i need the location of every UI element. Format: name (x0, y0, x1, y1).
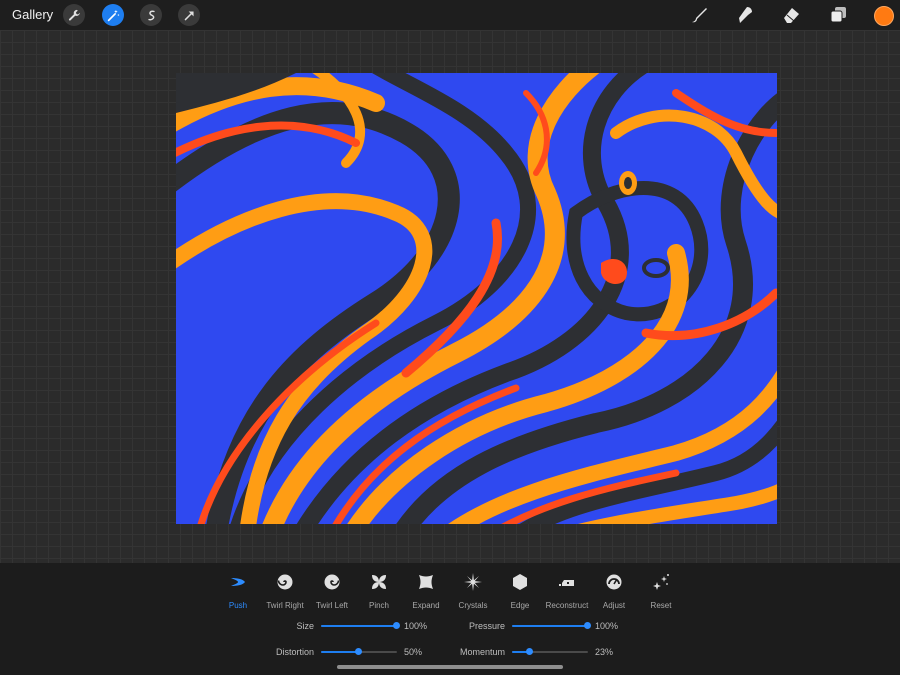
tool-label: Pinch (368, 601, 389, 610)
layers-icon[interactable] (828, 5, 848, 25)
tool-label: Twirl Left (315, 601, 348, 610)
tool-label: Expand (412, 601, 440, 610)
home-indicator[interactable] (337, 665, 563, 669)
smudge-icon[interactable] (735, 5, 755, 25)
liquify-panel: Push Twirl Right Twirl Left Pinch Expand… (0, 563, 900, 675)
momentum-slider[interactable] (512, 651, 588, 653)
magic-wand-icon[interactable] (102, 4, 124, 26)
distortion-label: Distortion (275, 647, 314, 657)
momentum-slider-thumb[interactable] (526, 648, 533, 655)
wrench-icon[interactable] (63, 4, 85, 26)
distortion-value: 50% (404, 647, 423, 657)
adjust-icon (606, 574, 622, 590)
brush-icon[interactable] (689, 5, 709, 25)
tool-label: Crystals (458, 601, 488, 610)
artwork-canvas[interactable] (176, 73, 777, 524)
pressure-slider-thumb[interactable] (584, 622, 591, 629)
tool-label: Edge (510, 601, 530, 610)
size-slider[interactable] (321, 625, 397, 627)
edge-icon (513, 574, 527, 590)
momentum-label: Momentum (459, 647, 505, 657)
twirl-right-icon (277, 574, 293, 590)
color-picker-button[interactable] (874, 6, 894, 26)
reset-icon (653, 574, 669, 590)
transform-arrow-icon[interactable] (178, 4, 200, 26)
tool-label: Adjust (602, 601, 626, 610)
gallery-button[interactable]: Gallery (12, 7, 53, 22)
distortion-slider-thumb[interactable] (355, 648, 362, 655)
pressure-slider[interactable] (512, 625, 588, 627)
twirl-left-icon (324, 574, 340, 590)
pinch-icon (372, 575, 386, 589)
tool-label: Reconstruct (545, 601, 589, 610)
pressure-value: 100% (595, 621, 619, 631)
distortion-slider-fill (321, 651, 359, 653)
momentum-value: 23% (595, 647, 614, 657)
push-icon (231, 578, 245, 586)
size-label: Size (296, 621, 314, 631)
liquified-artwork (176, 73, 777, 524)
crystals-icon (464, 573, 482, 591)
top-toolbar: Gallery (0, 0, 900, 30)
size-slider-fill (321, 625, 397, 627)
tool-label: Push (228, 601, 248, 610)
selection-icon[interactable] (140, 4, 162, 26)
tool-label: Twirl Right (266, 601, 304, 610)
reconstruct-icon (559, 580, 574, 586)
pressure-label: Pressure (468, 621, 505, 631)
expand-icon (419, 575, 433, 589)
size-slider-thumb[interactable] (393, 622, 400, 629)
tool-label: Reset (650, 601, 672, 610)
tool-reset[interactable]: Reset (631, 573, 691, 613)
pressure-slider-fill (512, 625, 588, 627)
eraser-icon[interactable] (781, 5, 801, 25)
size-value: 100% (404, 621, 428, 631)
